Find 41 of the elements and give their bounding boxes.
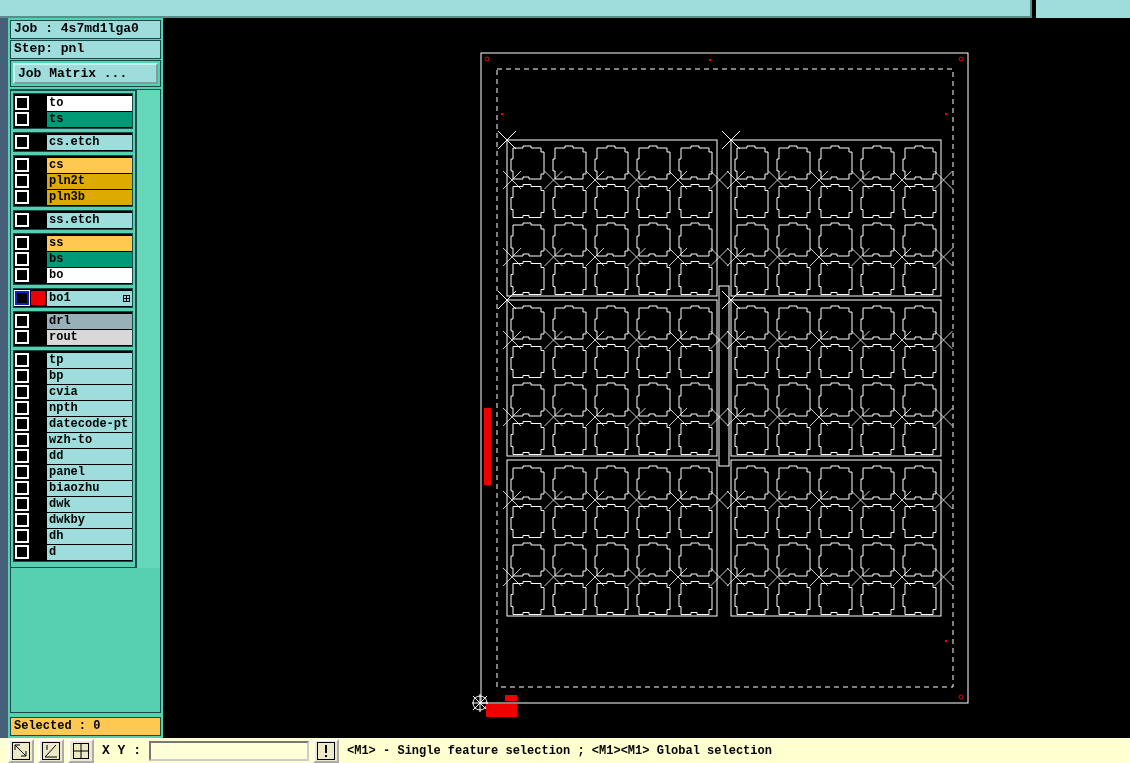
layer-name[interactable]: dwk [47,496,132,512]
layer-name[interactable]: pln2t [47,173,132,189]
layer-name[interactable]: datecode-pt [47,416,132,432]
xy-label: X Y : [101,743,142,758]
layer-name[interactable]: bp [47,368,132,384]
layer-name[interactable]: pln3b [47,189,132,205]
zoom-extents-icon[interactable] [8,738,34,763]
grid-icon[interactable] [68,738,94,763]
layer-name[interactable]: d [47,544,132,560]
layer-name[interactable]: tp [47,352,132,368]
angle-measure-icon[interactable] [38,738,64,763]
job-label: Job : 4s7md1lga0 [10,20,161,39]
scrollbar[interactable] [136,90,161,568]
layer-name[interactable]: bo1 [47,290,132,306]
layer-name[interactable]: rout [47,329,132,345]
layer-name[interactable]: ss [47,235,132,251]
layer-name[interactable]: cs [47,157,132,173]
layer-name[interactable]: wzh-to [47,432,132,448]
layer-name[interactable]: dd [47,448,132,464]
job-matrix-button[interactable]: Job Matrix ... [13,63,158,84]
status-message: <M1> - Single feature selection ; <M1><M1> Global selection [347,743,772,758]
layer-name[interactable]: ss.etch [47,212,132,228]
layer-name[interactable]: bo [47,267,132,283]
layer-name[interactable]: dwkby [47,512,132,528]
coordinate-input[interactable] [149,740,309,761]
selected-count: Selected : 0 [10,717,161,736]
step-label: Step: pnl [10,40,161,59]
expand-icon[interactable] [123,294,130,302]
layer-name[interactable]: npth [47,400,132,416]
layer-name[interactable]: dh [47,528,132,544]
layer-name[interactable]: cvia [47,384,132,400]
alert-icon[interactable] [313,738,339,763]
layer-name[interactable]: bs [47,251,132,267]
layer-name[interactable]: ts [47,111,132,127]
layer-name[interactable]: cs.etch [47,134,132,150]
layer-name[interactable]: to [47,95,132,111]
work-layer-swatch [31,291,45,305]
layer-name[interactable]: drl [47,313,132,329]
layer-name[interactable]: panel [47,464,132,480]
layer-name[interactable]: biaozhu [47,480,132,496]
layer-checkbox[interactable] [15,291,29,305]
